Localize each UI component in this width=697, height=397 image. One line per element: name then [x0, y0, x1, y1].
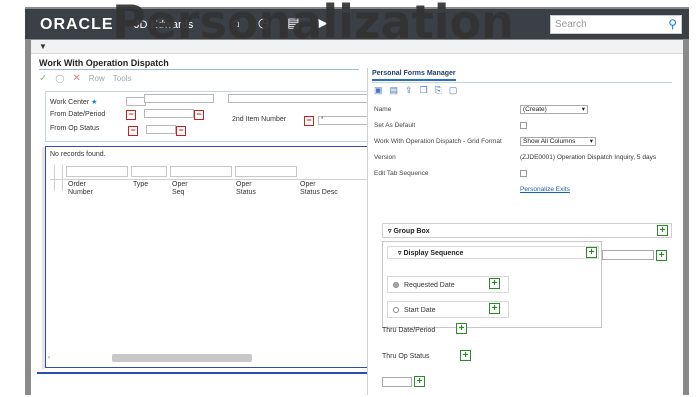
tab-personal-forms-manager[interactable]: Personal Forms Manager	[372, 70, 456, 81]
share-icon[interactable]: ⇪	[405, 85, 413, 96]
add-requested-date-icon[interactable]: +	[489, 278, 500, 289]
from-date-field[interactable]	[144, 109, 194, 118]
set-as-default-label: Set As Default	[374, 122, 416, 129]
save-as-icon[interactable]: ▤	[390, 85, 399, 96]
remove-date-icon[interactable]: −	[194, 110, 204, 120]
tab-divider	[372, 82, 672, 83]
group-box: ▿ Group Box +	[382, 223, 672, 238]
find-icon[interactable]: ◯	[55, 74, 64, 83]
work-center-field[interactable]	[126, 97, 146, 106]
query-panel: Work Center ★ From Date/Period − − 2nd I…	[45, 91, 375, 142]
results-grid: No records found. Order Number Type Oper S…	[42, 146, 375, 369]
display-sequence-label: ▿ Display Sequence	[398, 250, 464, 257]
grid-header-line	[50, 179, 370, 180]
ok-icon[interactable]: ✓	[39, 73, 47, 84]
grid-divider	[62, 165, 63, 191]
remove-second-item-icon[interactable]: −	[304, 116, 314, 126]
remove-op-status-icon[interactable]: −	[128, 126, 138, 136]
group-box-label: ▿ Group Box	[388, 228, 430, 235]
tools-menu[interactable]: Tools	[113, 74, 132, 83]
required-star-icon: ★	[91, 99, 98, 106]
form-title: Work With Operation Dispatch	[39, 58, 169, 68]
second-item-label: 2nd Item Number	[232, 116, 287, 123]
grid-divider	[54, 165, 55, 191]
column-header-oper-seq[interactable]: Oper Seq	[172, 181, 188, 197]
grid-left-edge	[42, 147, 45, 369]
filter-type[interactable]	[131, 166, 167, 177]
from-date-label: From Date/Period	[50, 111, 106, 118]
filter-oper-status[interactable]	[235, 166, 297, 177]
radio-selected-icon[interactable]	[393, 282, 399, 288]
add-thru-date-icon[interactable]: +	[456, 323, 467, 334]
search-input[interactable]: Search ⚲	[550, 15, 682, 34]
thru-op-status-label: Thru Op Status	[382, 353, 430, 360]
edit-tab-sequence-label: Edit Tab Sequence	[374, 170, 429, 177]
display-sequence-header: ▿ Display Sequence +	[387, 246, 599, 259]
column-header-oper-status-desc[interactable]: Oper Status Desc	[300, 181, 338, 197]
form-bottom-border	[37, 372, 375, 374]
row-menu[interactable]: Row	[89, 74, 105, 83]
column-header-order-number[interactable]: Order Number	[68, 181, 93, 197]
add-thru-op-status-icon[interactable]: +	[460, 350, 471, 361]
chevron-down-icon: ▾	[589, 138, 593, 145]
version-label: Version	[374, 154, 396, 161]
add-group-box-icon[interactable]: +	[657, 225, 668, 236]
work-center-label: Work Center ★	[50, 99, 98, 106]
query-field-extra[interactable]	[228, 94, 374, 103]
radio-icon[interactable]	[393, 307, 399, 313]
column-header-oper-status[interactable]: Oper Status	[236, 181, 256, 197]
version-value: (ZJDE0001) Operation Dispatch Inquiry, 5…	[520, 154, 657, 161]
second-item-field[interactable]: *	[318, 116, 374, 125]
chevron-down-icon: ▾	[581, 106, 585, 113]
form-toolbar: ✓ ◯ ✕ Row Tools	[39, 73, 131, 84]
personal-forms-manager-panel: Personal Forms Manager ▣ ▤ ⇪ ❐ ⎘ ▢ Name …	[367, 68, 683, 395]
remove-from-date-icon[interactable]: −	[126, 110, 136, 120]
export-icon[interactable]: ⎘	[435, 85, 442, 96]
pfm-toolbar: ▣ ▤ ⇪ ❐ ⎘ ▢	[374, 85, 457, 96]
search-placeholder: Search	[555, 19, 587, 30]
name-label: Name	[374, 106, 392, 113]
column-header-type[interactable]: Type	[133, 181, 148, 189]
thru-date-label: Thru Date/Period	[382, 327, 436, 334]
group-box-field[interactable]	[602, 250, 654, 260]
close-icon[interactable]: ✕	[72, 73, 80, 84]
oracle-logo: ORACLE	[40, 16, 114, 33]
add-start-date-icon[interactable]: +	[489, 303, 500, 314]
title-divider	[39, 69, 359, 70]
from-op-status-label: From Op Status	[50, 125, 100, 132]
search-icon[interactable]: ⚲	[668, 17, 677, 31]
name-select[interactable]: (Create) ▾	[520, 105, 588, 114]
add-display-sequence-icon[interactable]: +	[586, 247, 597, 258]
delete-icon[interactable]: ▢	[449, 85, 458, 96]
chevron-down-icon[interactable]: ▼	[39, 42, 47, 51]
filter-order-number[interactable]	[66, 166, 128, 177]
scroll-left-icon[interactable]: ‹	[48, 355, 50, 361]
personalize-exits-link[interactable]: Personalize Exits	[520, 186, 570, 193]
display-sequence-box: ▿ Display Sequence + Requested Date + St…	[382, 241, 602, 328]
save-icon[interactable]: ▣	[374, 85, 383, 96]
edit-tab-sequence-checkbox[interactable]	[520, 170, 527, 177]
add-extra-field-icon[interactable]: +	[414, 376, 425, 387]
work-center-description	[144, 94, 214, 103]
remove-status-icon[interactable]: −	[176, 126, 186, 136]
from-op-status-field[interactable]	[146, 125, 176, 134]
no-records-message: No records found.	[50, 151, 106, 158]
add-field-icon[interactable]: +	[656, 250, 667, 261]
thru-op-status-field[interactable]	[382, 377, 412, 387]
copy-icon[interactable]: ❐	[420, 85, 428, 96]
application-area: Work With Operation Dispatch ✓ ◯ ✕ Row T…	[31, 54, 683, 395]
grid-format-select[interactable]: Show All Columns ▾	[520, 137, 596, 146]
horizontal-scrollbar[interactable]	[112, 354, 252, 362]
set-as-default-checkbox[interactable]	[520, 122, 527, 129]
overlay-title: Personalization	[112, 0, 514, 49]
grid-format-label: Work With Operation Dispatch - Grid Form…	[374, 138, 502, 145]
filter-oper-seq[interactable]	[170, 166, 232, 177]
